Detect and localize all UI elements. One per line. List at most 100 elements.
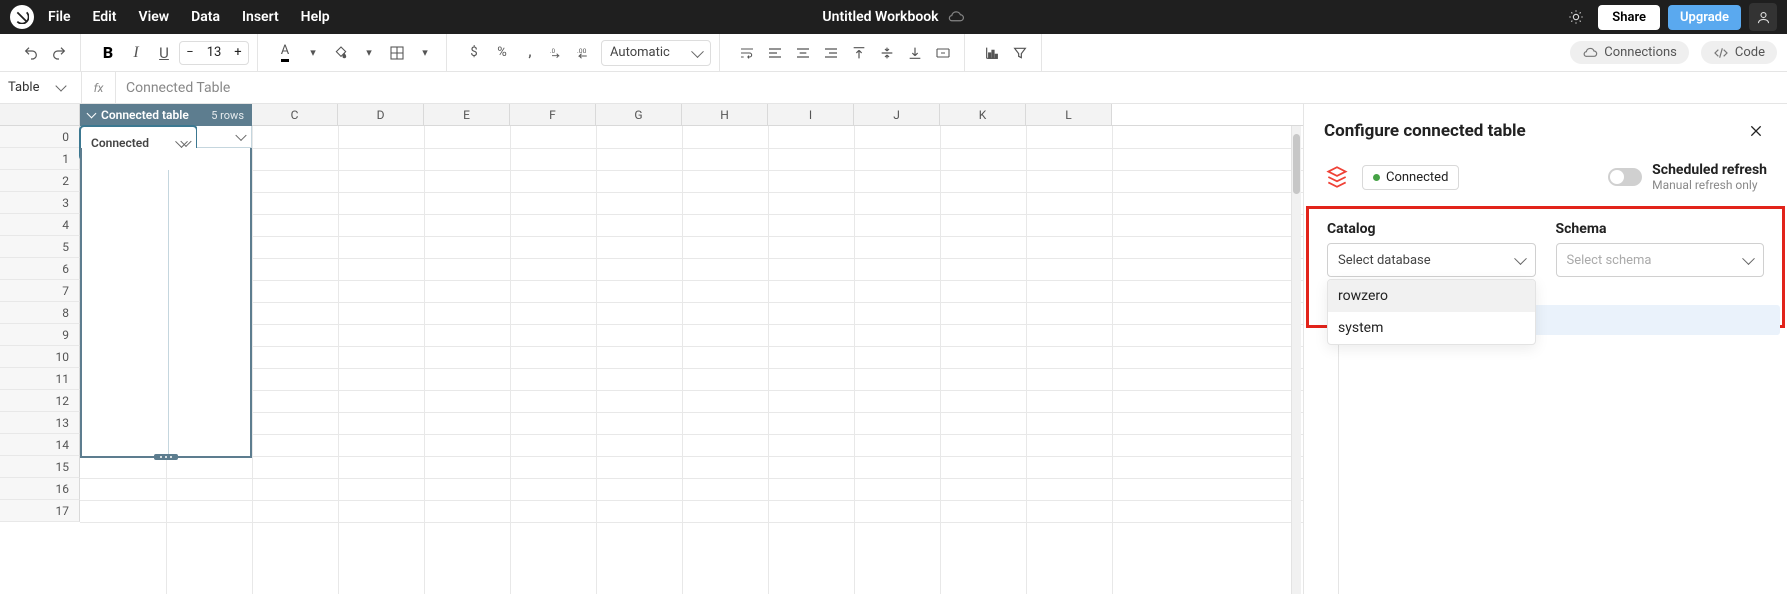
- catalog-select[interactable]: Select database: [1327, 243, 1536, 277]
- col-header-h[interactable]: H: [682, 104, 768, 125]
- row-header[interactable]: 7: [0, 280, 80, 302]
- col-header-j[interactable]: J: [854, 104, 940, 125]
- col-header-c[interactable]: C: [252, 104, 338, 125]
- col-header-i[interactable]: I: [768, 104, 854, 125]
- scheduled-refresh-title: Scheduled refresh: [1652, 162, 1767, 178]
- row-header[interactable]: 13: [0, 412, 80, 434]
- row-header[interactable]: 6: [0, 258, 80, 280]
- row-header[interactable]: 8: [0, 302, 80, 324]
- textcolor-icon[interactable]: A: [272, 40, 298, 66]
- connected-table-cell-b0[interactable]: [197, 126, 252, 148]
- connection-status-chip: Connected: [1362, 165, 1459, 190]
- cell-reference-select[interactable]: Table: [0, 72, 82, 103]
- resize-handle-icon[interactable]: [154, 454, 178, 460]
- number-format-select[interactable]: Automatic: [601, 40, 711, 66]
- row-header[interactable]: 17: [0, 500, 80, 522]
- catalog-option-system[interactable]: system: [1328, 312, 1535, 344]
- fillcolor-icon[interactable]: [328, 40, 354, 66]
- row-header[interactable]: 0: [0, 126, 80, 148]
- dropdown-icon[interactable]: [235, 130, 247, 142]
- borders-icon[interactable]: [384, 40, 410, 66]
- col-header-d[interactable]: D: [338, 104, 424, 125]
- col-header-g[interactable]: G: [596, 104, 682, 125]
- align-left-icon[interactable]: [762, 40, 788, 66]
- valign-bottom-icon[interactable]: [902, 40, 928, 66]
- fontsize-value: 13: [200, 45, 228, 60]
- code-icon: [1713, 47, 1729, 59]
- percent-icon[interactable]: %: [489, 40, 515, 66]
- database-icon: [1324, 164, 1350, 190]
- row-header[interactable]: 3: [0, 192, 80, 214]
- filter-icon[interactable]: [1007, 40, 1033, 66]
- close-icon[interactable]: [1745, 120, 1767, 142]
- menu-edit[interactable]: Edit: [93, 9, 117, 25]
- valign-middle-icon[interactable]: [874, 40, 900, 66]
- row-header[interactable]: 1: [0, 148, 80, 170]
- catalog-label: Catalog: [1327, 221, 1536, 237]
- menu-view[interactable]: View: [139, 9, 170, 25]
- scheduled-refresh-toggle[interactable]: [1608, 168, 1642, 186]
- formatting-toolbar: B I U − 13 + A ▾ ▾ ▾ $ % , .0 .00 Automa…: [0, 34, 1787, 72]
- fx-icon[interactable]: fx: [82, 72, 116, 103]
- menu-file[interactable]: File: [48, 9, 71, 25]
- col-header-k[interactable]: K: [940, 104, 1026, 125]
- connected-table-header[interactable]: Connected table 5 rows: [80, 104, 252, 126]
- underline-icon[interactable]: U: [151, 40, 177, 66]
- fontsize-inc[interactable]: +: [228, 45, 248, 60]
- valign-top-icon[interactable]: [846, 40, 872, 66]
- menu-insert[interactable]: Insert: [242, 9, 279, 25]
- row-header[interactable]: 15: [0, 456, 80, 478]
- chart-icon[interactable]: [979, 40, 1005, 66]
- col-header-f[interactable]: F: [510, 104, 596, 125]
- share-button[interactable]: Share: [1598, 5, 1660, 30]
- redo-icon[interactable]: [46, 40, 72, 66]
- menu-help[interactable]: Help: [301, 9, 330, 25]
- row-header[interactable]: 11: [0, 368, 80, 390]
- schema-select[interactable]: Select schema: [1556, 243, 1765, 277]
- italic-icon[interactable]: I: [123, 40, 149, 66]
- bold-icon[interactable]: B: [95, 40, 121, 66]
- align-center-icon[interactable]: [790, 40, 816, 66]
- code-label: Code: [1735, 45, 1765, 60]
- col-header-l[interactable]: L: [1026, 104, 1112, 125]
- connections-label: Connections: [1604, 45, 1677, 60]
- theme-toggle-icon[interactable]: [1562, 3, 1590, 31]
- row-header[interactable]: 2: [0, 170, 80, 192]
- inc-decimal-icon[interactable]: .0: [545, 40, 571, 66]
- textcolor-chevron-icon[interactable]: ▾: [300, 40, 326, 66]
- connected-table[interactable]: Connected table 5 rows Connected: [80, 126, 252, 458]
- fontsize-stepper[interactable]: − 13 +: [179, 41, 249, 65]
- currency-icon[interactable]: $: [461, 40, 487, 66]
- row-header[interactable]: 16: [0, 478, 80, 500]
- row-header[interactable]: 9: [0, 324, 80, 346]
- grid-corner[interactable]: [0, 104, 80, 125]
- fontsize-dec[interactable]: −: [180, 45, 200, 60]
- undo-icon[interactable]: [18, 40, 44, 66]
- row-header[interactable]: 5: [0, 236, 80, 258]
- row-header[interactable]: 12: [0, 390, 80, 412]
- upgrade-button[interactable]: Upgrade: [1668, 5, 1741, 30]
- spreadsheet-grid[interactable]: CDEFGHIJKL 01234567891011121314151617 Co…: [0, 104, 1303, 594]
- app-logo[interactable]: [10, 5, 34, 29]
- borders-chevron-icon[interactable]: ▾: [412, 40, 438, 66]
- dec-decimal-icon[interactable]: .00: [573, 40, 599, 66]
- row-header[interactable]: 4: [0, 214, 80, 236]
- merge-icon[interactable]: [930, 40, 956, 66]
- dropdown-icon[interactable]: [180, 136, 192, 148]
- catalog-option-rowzero[interactable]: rowzero: [1328, 280, 1535, 312]
- account-icon[interactable]: [1749, 3, 1777, 31]
- connections-button[interactable]: Connections: [1570, 41, 1689, 64]
- formula-input[interactable]: Connected Table: [116, 80, 1787, 96]
- row-header[interactable]: 14: [0, 434, 80, 456]
- menu-data[interactable]: Data: [191, 9, 220, 25]
- col-header-e[interactable]: E: [424, 104, 510, 125]
- comma-icon[interactable]: ,: [517, 40, 543, 66]
- vertical-scrollbar[interactable]: [1291, 126, 1301, 594]
- align-right-icon[interactable]: [818, 40, 844, 66]
- cell-reference-label: Table: [8, 80, 39, 95]
- fillcolor-chevron-icon[interactable]: ▾: [356, 40, 382, 66]
- wrap-icon[interactable]: [734, 40, 760, 66]
- code-button[interactable]: Code: [1701, 41, 1777, 64]
- workbook-title[interactable]: Untitled Workbook: [822, 9, 938, 25]
- row-header[interactable]: 10: [0, 346, 80, 368]
